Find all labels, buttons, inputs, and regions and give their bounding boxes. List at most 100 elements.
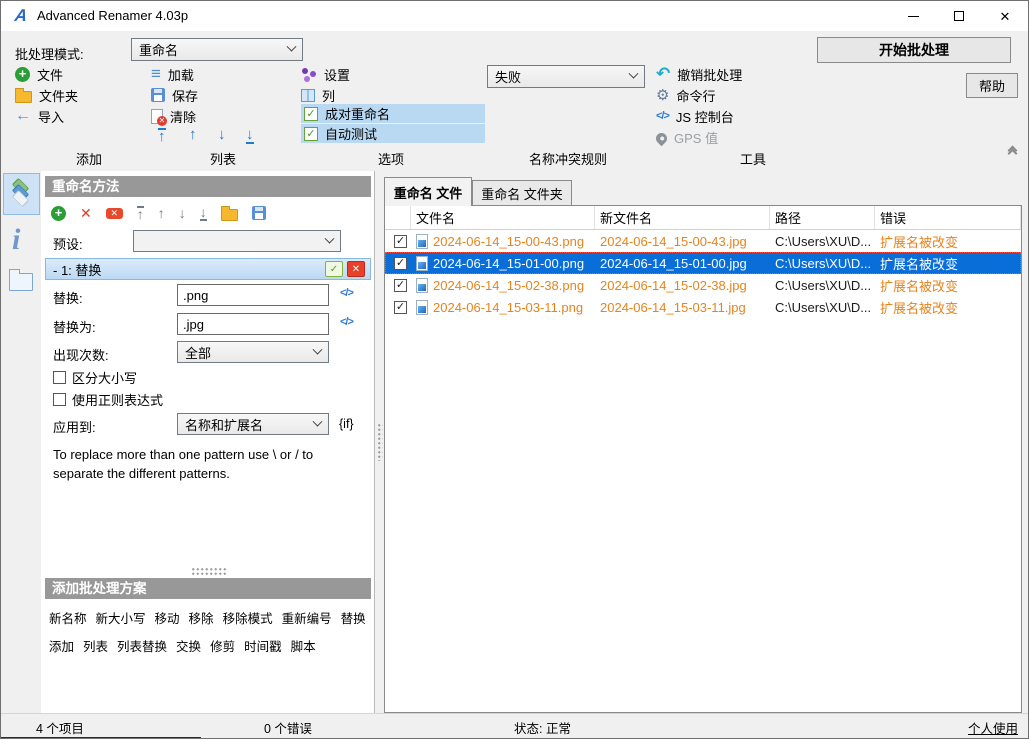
table-row-selected[interactable]: ✓ 2024-06-14_15-01-00.png 2024-06-14_15-… xyxy=(385,252,1021,274)
table-row[interactable]: ✓ 2024-06-14_15-00-43.png 2024-06-14_15-… xyxy=(385,230,1021,252)
header-new-filename[interactable]: 新文件名 xyxy=(595,206,770,229)
collapse-toolbar-button[interactable] xyxy=(1009,147,1016,157)
preset-label: 预设: xyxy=(53,234,83,253)
section-label-list: 列表 xyxy=(210,149,236,168)
replace-input[interactable] xyxy=(177,284,329,306)
close-button[interactable]: ✕ xyxy=(982,1,1028,31)
command-line-button[interactable]: ⚙ 命令行 xyxy=(656,86,715,104)
save-disk-icon xyxy=(151,88,165,102)
map-pin-icon xyxy=(654,130,670,146)
status-item-count: 4 个项目 xyxy=(36,718,84,737)
move-down-button[interactable]: ↓ xyxy=(218,128,226,142)
method-link-script[interactable]: 脚本 xyxy=(291,636,316,655)
cell-path: C:\Users\XU\D... xyxy=(770,274,875,296)
method-down-button[interactable]: ↓ xyxy=(179,207,186,220)
start-batch-button[interactable]: 开始批处理 xyxy=(817,37,1011,63)
header-error[interactable]: 错误 xyxy=(875,206,1021,229)
move-to-bottom-button[interactable]: ↓ xyxy=(246,128,254,144)
horizontal-splitter-handle[interactable] xyxy=(191,567,227,575)
mode-methods-button[interactable] xyxy=(3,173,40,215)
method-link-new-name[interactable]: 新名称 xyxy=(49,608,87,627)
method-link-list-replace[interactable]: 列表替换 xyxy=(117,636,167,655)
method-link-add[interactable]: 添加 xyxy=(49,636,74,655)
replace-label: 替换: xyxy=(53,288,83,307)
maximize-button[interactable] xyxy=(936,1,982,31)
file-list-area: 重命名 文件 重命名 文件夹 文件名 新文件名 路径 错误 ✓ 2024-06-… xyxy=(384,171,1022,713)
method-link-swap[interactable]: 交换 xyxy=(176,636,201,655)
vertical-splitter[interactable] xyxy=(374,171,384,713)
table-row[interactable]: ✓ 2024-06-14_15-03-11.png 2024-06-14_15-… xyxy=(385,296,1021,318)
method-link-timestamp[interactable]: 时间戳 xyxy=(244,636,282,655)
tab-rename-folders[interactable]: 重命名 文件夹 xyxy=(472,180,572,206)
collision-rule-select[interactable]: 失败 xyxy=(487,65,645,88)
row-checkbox[interactable]: ✓ xyxy=(394,279,407,292)
method-enabled-checkbox[interactable]: ✓ xyxy=(325,261,343,277)
method-link-renumber[interactable]: 重新编号 xyxy=(282,608,332,627)
method-link-remove-pattern[interactable]: 移除模式 xyxy=(223,608,273,627)
columns-button[interactable]: 列 xyxy=(301,86,335,104)
chevron-down-icon xyxy=(313,344,323,354)
clear-list-button[interactable]: ✕ 清除 xyxy=(151,107,196,125)
settings-button[interactable]: 设置 xyxy=(301,65,350,83)
case-sensitive-checkbox[interactable]: 区分大小写 xyxy=(53,368,137,387)
header-path[interactable]: 路径 xyxy=(770,206,875,229)
method-link-remove[interactable]: 移除 xyxy=(189,608,214,627)
method-to-top-button[interactable]: ↑ xyxy=(137,206,144,221)
code-icon: </> xyxy=(656,110,669,122)
occurrence-select[interactable]: 全部 xyxy=(177,341,329,363)
method-to-bottom-button[interactable]: ↓ xyxy=(200,206,207,221)
method-link-replace[interactable]: 替换 xyxy=(341,608,366,627)
move-to-top-button[interactable]: ↑ xyxy=(158,128,166,144)
save-list-button[interactable]: 保存 xyxy=(151,86,198,104)
replace-with-input[interactable] xyxy=(177,313,329,335)
method-up-button[interactable]: ↑ xyxy=(158,207,165,220)
method-link-new-case[interactable]: 新大小写 xyxy=(96,608,146,627)
row-checkbox[interactable]: ✓ xyxy=(394,257,407,270)
row-checkbox[interactable]: ✓ xyxy=(394,301,407,314)
tab-rename-files[interactable]: 重命名 文件 xyxy=(384,177,472,206)
mode-folder-button folder-outline-icon[interactable] xyxy=(9,273,33,291)
image-file-icon xyxy=(416,278,428,293)
remove-method-button[interactable]: ✕ xyxy=(80,205,92,222)
import-button[interactable]: ← 导入 xyxy=(15,107,64,125)
header-filename[interactable]: 文件名 xyxy=(411,206,595,229)
cell-error: 扩展名被改变 xyxy=(875,296,1021,318)
minimize-button[interactable] xyxy=(890,1,936,31)
app-logo-icon: A xyxy=(10,6,33,26)
batch-mode-select[interactable]: 重命名 xyxy=(131,38,303,61)
mode-info-button info-icon[interactable]: i xyxy=(12,223,20,257)
js-console-button[interactable]: </> JS 控制台 xyxy=(656,107,734,125)
rename-methods-title: 重命名方法 xyxy=(45,176,371,197)
preset-select[interactable] xyxy=(133,230,341,252)
help-button[interactable]: 帮助 xyxy=(966,73,1018,98)
method-link-list[interactable]: 列表 xyxy=(83,636,108,655)
undo-batch-button[interactable]: ↶ 撤销批处理 xyxy=(656,65,742,83)
clear-methods-button[interactable]: ✕ xyxy=(106,208,123,219)
auto-test-toggle[interactable]: ✓ 自动测试 xyxy=(301,124,485,143)
checkbox-unchecked-icon xyxy=(53,371,66,384)
add-folder-label: 文件夹 xyxy=(39,86,78,105)
replace-tags-button code-icon[interactable]: </> xyxy=(340,287,353,299)
method-link-trim[interactable]: 修剪 xyxy=(210,636,235,655)
move-up-button[interactable]: ↑ xyxy=(189,128,197,142)
vertical-splitter-handle[interactable] xyxy=(377,423,383,461)
regex-checkbox[interactable]: 使用正则表达式 xyxy=(53,390,163,409)
open-preset-icon[interactable] xyxy=(221,209,238,221)
method-link-move[interactable]: 移动 xyxy=(155,608,180,627)
replace-with-tags-button code-icon[interactable]: </> xyxy=(340,316,353,328)
row-checkbox[interactable]: ✓ xyxy=(394,235,407,248)
pair-rename-toggle[interactable]: ✓ 成对重命名 xyxy=(301,104,485,123)
license-link[interactable]: 个人使用 xyxy=(968,718,1018,737)
apply-to-select[interactable]: 名称和扩展名 xyxy=(177,413,329,435)
method-1-header[interactable]: - 1: 替换 ✓ ✕ xyxy=(45,258,371,280)
add-method-button[interactable]: + xyxy=(51,206,66,221)
if-tag-button[interactable]: {if} xyxy=(339,417,354,431)
save-preset-icon[interactable] xyxy=(252,206,266,220)
table-row[interactable]: ✓ 2024-06-14_15-02-38.png 2024-06-14_15-… xyxy=(385,274,1021,296)
method-delete-button[interactable]: ✕ xyxy=(347,261,365,277)
collision-rule-value: 失败 xyxy=(495,67,521,86)
add-folder-button[interactable]: 文件夹 xyxy=(15,86,78,104)
methods-toolbar: + ✕ ✕ ↑ ↑ ↓ ↓ xyxy=(51,203,266,223)
load-list-button[interactable]: ≡ 加载 xyxy=(151,65,194,83)
add-files-button[interactable]: + 文件 xyxy=(15,65,63,83)
